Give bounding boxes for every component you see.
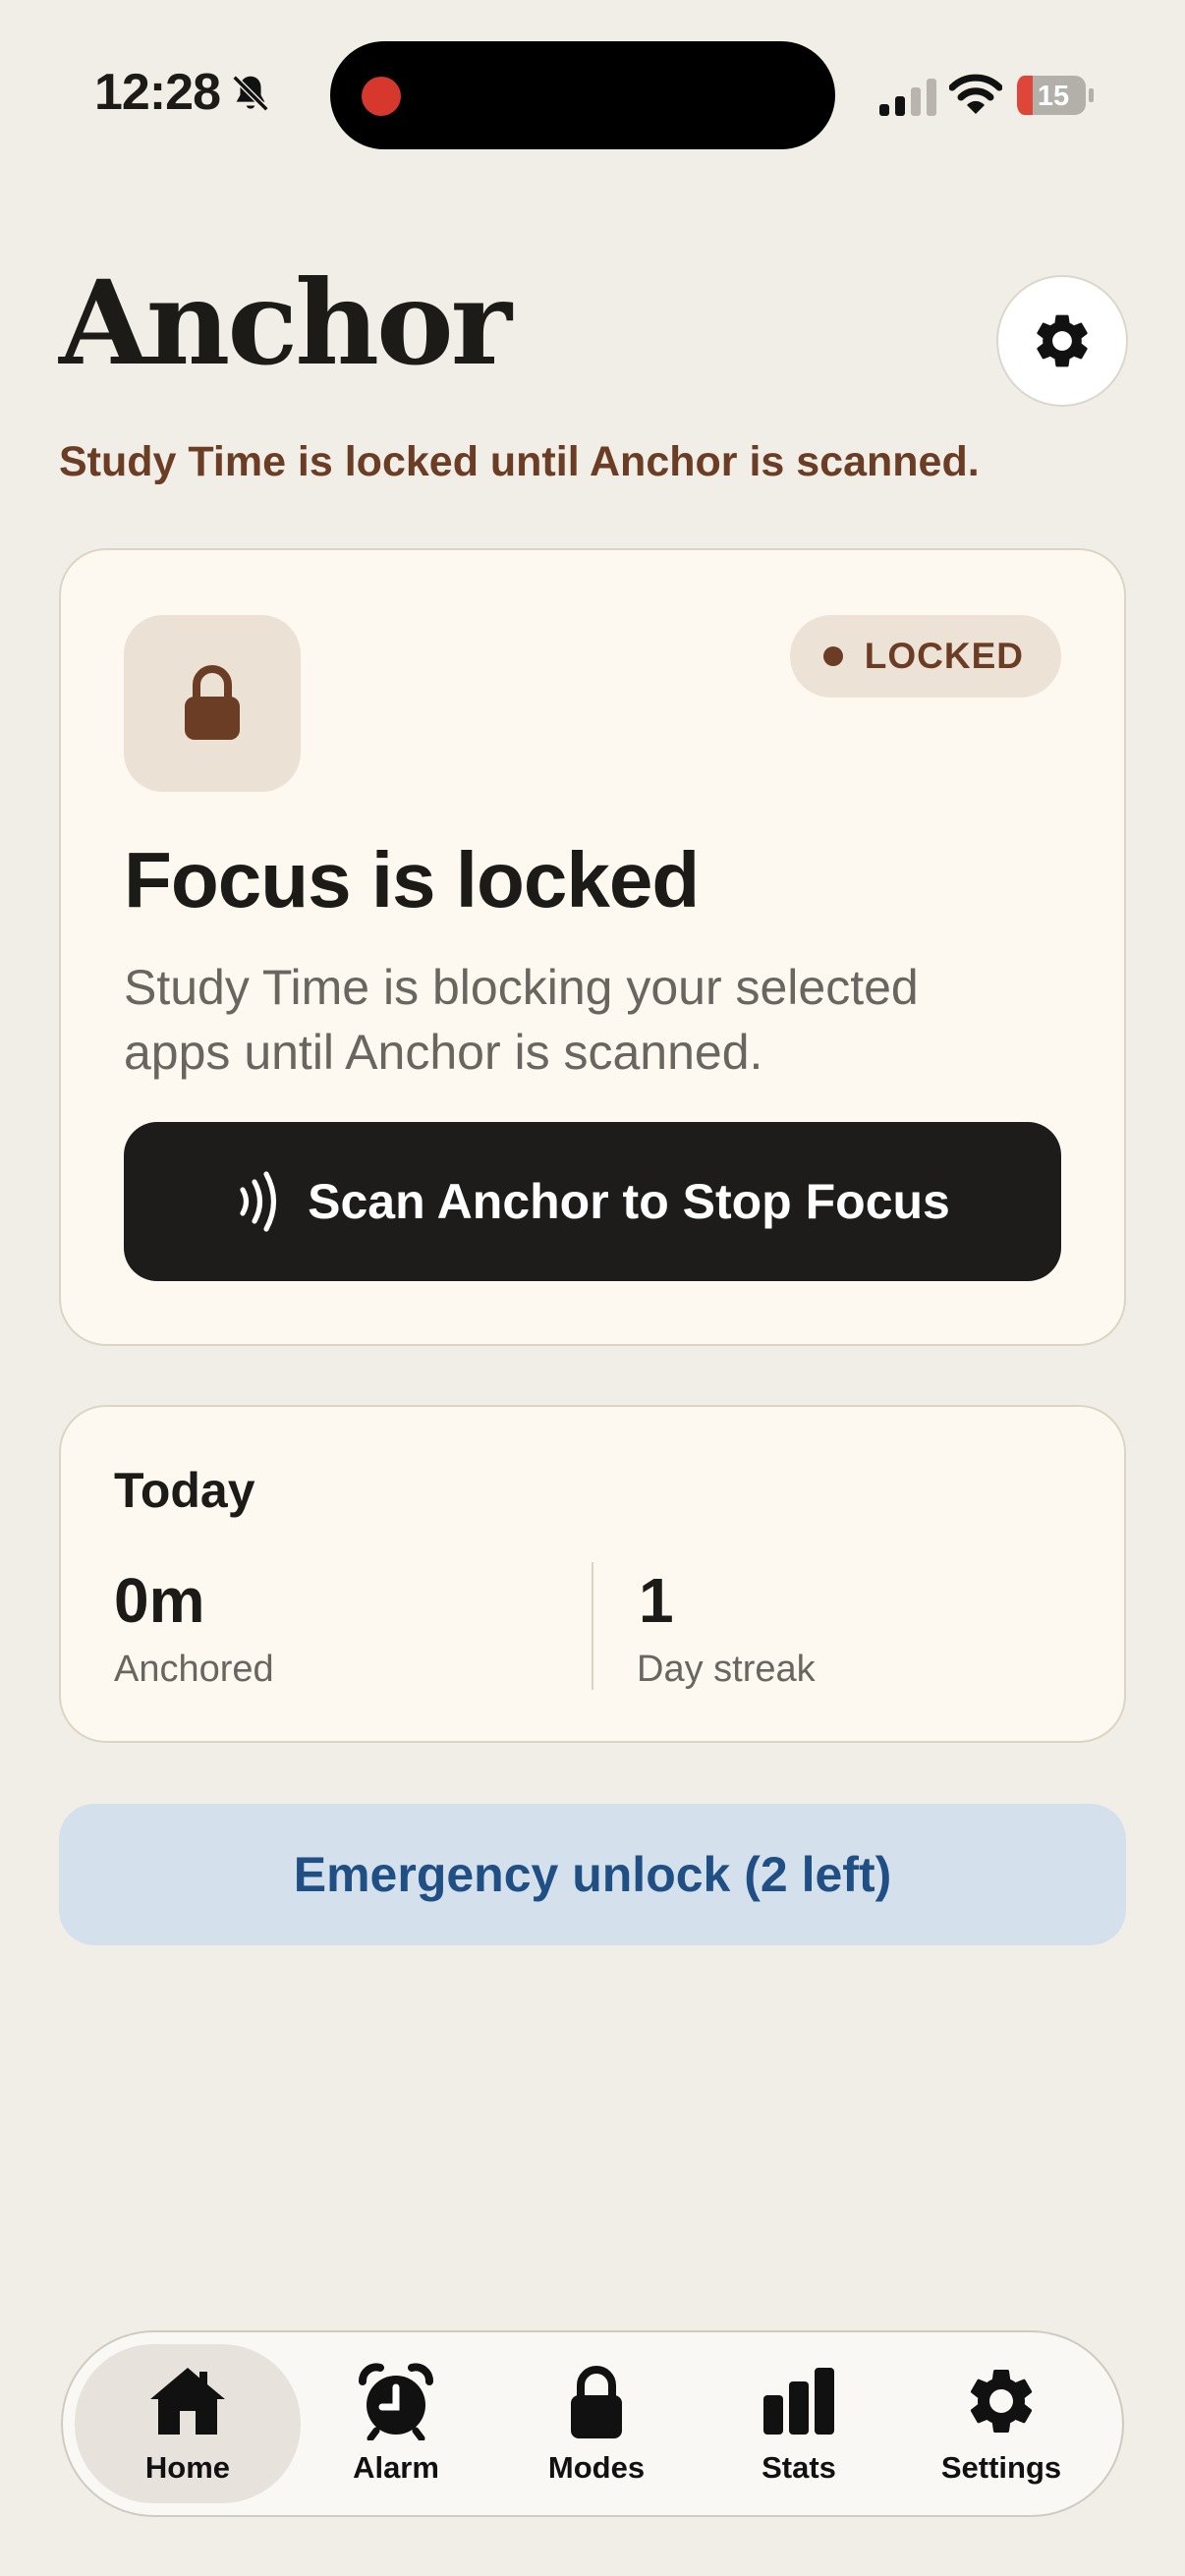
settings-button[interactable] [996, 275, 1128, 407]
lock-icon [571, 2366, 622, 2438]
tab-settings[interactable]: Settings [888, 2344, 1114, 2503]
wifi-icon [949, 74, 1002, 114]
card-heading: Focus is locked [124, 836, 700, 924]
battery-indicator: 15 [1016, 75, 1095, 116]
today-title: Today [114, 1463, 255, 1518]
tab-stats[interactable]: Stats [686, 2344, 912, 2503]
tab-settings-label: Settings [940, 2450, 1062, 2485]
house-icon [150, 2368, 225, 2435]
day-streak-label: Day streak [637, 1649, 816, 1690]
battery-level: 15 [1038, 81, 1069, 112]
alarm-clock-icon [359, 2363, 433, 2440]
tab-modes-label: Modes [547, 2450, 646, 2485]
tab-bar: Home Alarm Modes Stats Settings [61, 2330, 1124, 2517]
dynamic-island [330, 41, 835, 149]
scan-anchor-button[interactable]: Scan Anchor to Stop Focus [124, 1122, 1061, 1281]
badge-dot [822, 646, 843, 666]
focus-status-card: LOCKED Focus is locked Study Time is blo… [59, 548, 1126, 1346]
anchored-value: 0m [114, 1565, 205, 1636]
today-stats-card: Today 0m Anchored 1 Day streak [59, 1405, 1126, 1743]
day-streak-value: 1 [639, 1565, 674, 1636]
tab-alarm[interactable]: Alarm [283, 2344, 509, 2503]
cellular-signal-icon [879, 79, 936, 116]
bar-chart-icon [763, 2368, 834, 2435]
gear-icon [970, 2370, 1033, 2433]
status-time: 12:28 [94, 64, 221, 121]
tab-modes[interactable]: Modes [483, 2344, 709, 2503]
recording-indicator [362, 77, 401, 116]
tab-stats-label: Stats [762, 2450, 836, 2485]
lock-icon [185, 665, 240, 740]
stats-divider [592, 1562, 593, 1690]
status-badge-label: LOCKED [864, 636, 1024, 676]
nfc-waves-icon [240, 1171, 277, 1232]
status-badge: LOCKED [789, 615, 1061, 698]
emergency-unlock-button[interactable]: Emergency unlock (2 left) [59, 1804, 1126, 1945]
tab-alarm-label: Alarm [353, 2450, 439, 2485]
battery-icon: 15 [1017, 76, 1094, 115]
card-description: Study Time is blocking your selected app… [124, 960, 919, 1080]
tab-home-label: Home [144, 2450, 231, 2485]
page-title: Anchor [59, 254, 512, 391]
lock-status-subtitle: Study Time is locked until Anchor is sca… [59, 438, 980, 485]
anchored-label: Anchored [114, 1649, 274, 1690]
silent-bell-icon [232, 75, 269, 112]
scan-button-label: Scan Anchor to Stop Focus [308, 1174, 950, 1229]
lock-tile [124, 615, 301, 792]
gear-icon [1037, 314, 1088, 367]
tab-home[interactable]: Home [75, 2344, 301, 2503]
